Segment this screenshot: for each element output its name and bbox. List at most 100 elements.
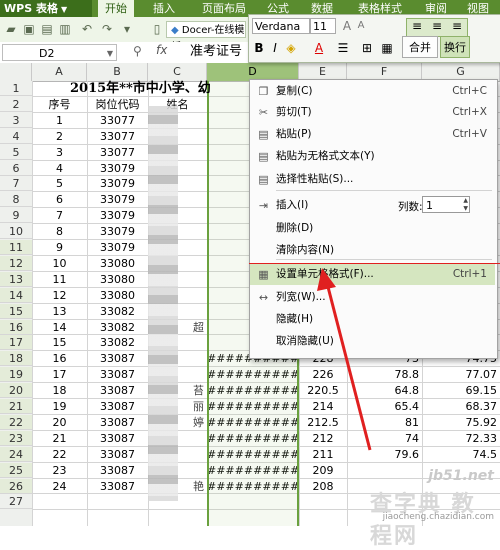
format-painter-icon[interactable]: ▦ — [380, 40, 394, 56]
column-header-a[interactable]: A — [32, 63, 87, 81]
row-header-13[interactable]: 13 — [0, 271, 32, 287]
cell-seq[interactable]: 9 — [32, 240, 87, 255]
row-header-8[interactable]: 8 — [0, 192, 32, 208]
cell-seq[interactable]: 10 — [32, 256, 87, 271]
cell-score-written[interactable]: 214 — [299, 399, 347, 414]
row-header-15[interactable]: 15 — [0, 303, 32, 319]
cell-score-written[interactable]: 212.5 — [299, 415, 347, 430]
cell-score-written[interactable]: 208 — [299, 479, 347, 494]
column-header-b[interactable]: B — [87, 63, 148, 81]
chevron-down-icon[interactable]: ▾ — [120, 22, 134, 36]
cell-score-interview[interactable]: 65.4 — [347, 399, 422, 414]
cell-post-code[interactable]: 33087 — [87, 463, 148, 478]
formula-input[interactable]: 准考证号 — [190, 43, 242, 61]
header-cell-post-code[interactable]: 岗位代码 — [87, 97, 148, 112]
cell-seq[interactable]: 8 — [32, 224, 87, 239]
row-header-19[interactable]: 19 — [0, 367, 32, 383]
menu-item-10[interactable]: 隐藏(H) — [250, 309, 495, 330]
row-header-22[interactable]: 22 — [0, 414, 32, 430]
menu-item-3[interactable]: ▤ 粘贴为无格式文本(Y) — [250, 146, 495, 167]
bold-button[interactable]: B — [252, 40, 266, 56]
cell-seq[interactable]: 24 — [32, 479, 87, 494]
insert-count-spinner[interactable]: 1 ▲ ▼ — [422, 196, 470, 213]
menu-item-0[interactable]: ❐ 复制(C) Ctrl+C — [250, 81, 495, 102]
cell-seq[interactable]: 19 — [32, 399, 87, 414]
row-header-12[interactable]: 12 — [0, 255, 32, 271]
cell-score-interview[interactable]: 79.6 — [347, 447, 422, 462]
header-cell-seq[interactable]: 序号 — [32, 97, 87, 112]
cell-seq[interactable]: 6 — [32, 192, 87, 207]
row-header-27[interactable]: 27 — [0, 494, 32, 510]
cell-score-total[interactable]: 77.07 — [422, 367, 500, 382]
cell-seq[interactable]: 20 — [32, 415, 87, 430]
row-header-4[interactable]: 4 — [0, 129, 32, 144]
row-header-16[interactable]: 16 — [0, 319, 32, 335]
italic-button[interactable]: I — [268, 40, 282, 56]
cell-post-code[interactable]: 33087 — [87, 351, 148, 366]
align-center-icon[interactable]: ≡ — [430, 18, 444, 34]
row-header-11[interactable]: 11 — [0, 240, 32, 255]
menu-item-1[interactable]: ✂ 剪切(T) Ctrl+X — [250, 102, 495, 123]
cell-post-code[interactable]: 33080 — [87, 288, 148, 303]
cell-seq[interactable]: 3 — [32, 145, 87, 160]
menu-item-4[interactable]: ▤ 选择性粘贴(S)... — [250, 169, 495, 190]
cell-post-code[interactable]: 33087 — [87, 367, 148, 382]
cell-score-total[interactable]: 68.37 — [422, 399, 500, 414]
cell-seq[interactable]: 14 — [32, 320, 87, 335]
cell-score-total[interactable]: 75.92 — [422, 415, 500, 430]
cell-post-code[interactable]: 33079 — [87, 161, 148, 176]
cell-seq[interactable]: 18 — [32, 383, 87, 398]
cell-seq[interactable]: 13 — [32, 304, 87, 319]
column-header-c[interactable]: C — [148, 63, 207, 81]
tab-insert[interactable]: 插入 — [146, 0, 182, 17]
chevron-down-icon[interactable]: ▼ — [107, 45, 113, 62]
cell-score-interview[interactable]: 81 — [347, 415, 422, 430]
font-name-select[interactable]: Verdana — [252, 18, 310, 34]
cell-post-code[interactable]: 33077 — [87, 129, 148, 144]
cell-seq[interactable]: 7 — [32, 208, 87, 223]
undo-icon[interactable]: ↶ — [80, 22, 94, 36]
cell-post-code[interactable]: 33087 — [87, 479, 148, 494]
wrap-text-button[interactable]: 换行 — [440, 36, 470, 58]
cell-score-interview[interactable]: 64.8 — [347, 383, 422, 398]
cell-post-code[interactable]: 33087 — [87, 431, 148, 446]
menu-item-2[interactable]: ▤ 粘贴(P) Ctrl+V — [250, 124, 495, 145]
cell-score-written[interactable]: 212 — [299, 431, 347, 446]
border-icon[interactable]: ⊞ — [360, 40, 374, 56]
merge-button[interactable]: 合并 — [402, 36, 438, 58]
cell-post-code[interactable]: 33077 — [87, 113, 148, 128]
row-header-14[interactable]: 14 — [0, 287, 32, 303]
row-header-26[interactable]: 26 — [0, 478, 32, 494]
cell-score-interview[interactable]: 78.8 — [347, 367, 422, 382]
cell-seq[interactable]: 4 — [32, 161, 87, 176]
cell-post-code[interactable]: 33087 — [87, 399, 148, 414]
select-all-corner[interactable] — [0, 63, 32, 81]
cell-post-code[interactable]: 33087 — [87, 447, 148, 462]
align-icon[interactable]: ☰ — [336, 40, 350, 56]
cell-post-code[interactable]: 33082 — [87, 320, 148, 335]
cell-score-total[interactable]: 74.5 — [422, 447, 500, 462]
cell-seq[interactable]: 12 — [32, 288, 87, 303]
cell-seq[interactable]: 21 — [32, 431, 87, 446]
cell-post-code[interactable]: 33079 — [87, 224, 148, 239]
row-header-24[interactable]: 24 — [0, 446, 32, 462]
menu-item-8[interactable]: ▦ 设置单元格格式(F)... Ctrl+1 — [250, 264, 495, 285]
cell-seq[interactable]: 22 — [32, 447, 87, 462]
font-color-icon[interactable]: A — [312, 40, 326, 56]
tab-home[interactable]: 开始 — [98, 0, 134, 17]
open-folder-icon[interactable]: ▰ — [4, 22, 18, 36]
cell-seq[interactable]: 1 — [32, 113, 87, 128]
row-header-18[interactable]: 18 — [0, 351, 32, 367]
menu-item-7[interactable]: 清除内容(N) — [250, 240, 495, 261]
cell-post-code[interactable]: 33079 — [87, 240, 148, 255]
cell-post-code[interactable]: 33082 — [87, 335, 148, 350]
cell-post-code[interactable]: 33079 — [87, 208, 148, 223]
row-header-17[interactable]: 17 — [0, 335, 32, 351]
cell-post-code[interactable]: 33087 — [87, 415, 148, 430]
cell-seq[interactable]: 15 — [32, 335, 87, 350]
cell-seq[interactable]: 2 — [32, 129, 87, 144]
row-header-2[interactable]: 2 — [0, 97, 32, 112]
fill-color-icon[interactable]: ◈ — [284, 40, 298, 56]
cell-post-code[interactable]: 33077 — [87, 145, 148, 160]
cell-post-code[interactable]: 33080 — [87, 256, 148, 271]
